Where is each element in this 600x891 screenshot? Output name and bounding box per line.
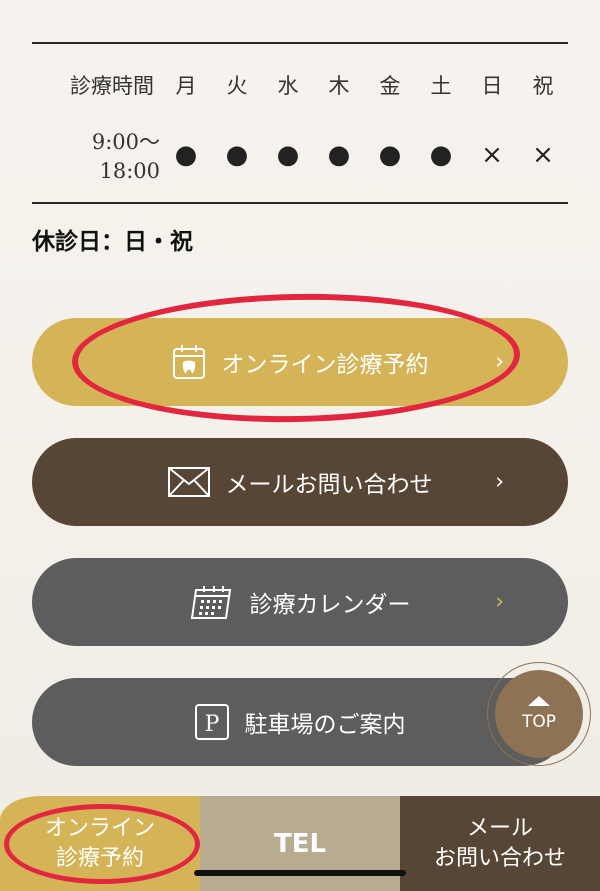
mark-sat: ● bbox=[429, 140, 453, 170]
mark-holiday: × bbox=[532, 140, 554, 170]
mail-inquiry-button[interactable]: メールお問い合わせ › bbox=[32, 438, 568, 526]
mark-fri: ● bbox=[378, 140, 402, 170]
bottom-divider bbox=[32, 202, 568, 204]
parking-icon: P bbox=[194, 704, 229, 740]
hours-header-row: 診療時間 月 火 水 木 金 土 日 祝 bbox=[0, 70, 600, 104]
day-fri: 金 bbox=[379, 74, 401, 98]
day-wed: 水 bbox=[277, 74, 299, 98]
time-start: 9:00〜 bbox=[91, 130, 160, 154]
tab-mail-inquiry[interactable]: メール お問い合わせ bbox=[400, 796, 600, 891]
chevron-right-icon: › bbox=[495, 469, 504, 495]
tab-mail-line1: メール bbox=[466, 815, 533, 841]
time-end: 18:00 bbox=[99, 159, 160, 183]
tab-tel-label: TEL bbox=[273, 828, 327, 859]
day-thu: 木 bbox=[328, 74, 350, 98]
day-sun: 日 bbox=[481, 74, 503, 98]
arrow-up-icon bbox=[528, 696, 550, 706]
envelope-icon bbox=[167, 467, 210, 497]
mark-thu: ● bbox=[327, 140, 351, 170]
svg-text:P: P bbox=[204, 712, 219, 737]
top-label: TOP bbox=[521, 712, 557, 732]
tab-highlight-circle bbox=[4, 804, 200, 884]
calendar-icon bbox=[190, 584, 234, 620]
home-indicator bbox=[194, 870, 406, 876]
mark-wed: ● bbox=[276, 140, 300, 170]
closed-days-text: 休診日：日・祝 bbox=[32, 229, 193, 255]
mail-inquiry-label: メールお問い合わせ bbox=[225, 472, 433, 498]
parking-info-label: 駐車場のご案内 bbox=[244, 712, 406, 738]
tab-mail-line2: お問い合わせ bbox=[433, 845, 566, 871]
time-range: 9:00〜 18:00 bbox=[92, 128, 160, 186]
scroll-to-top-button[interactable]: TOP bbox=[495, 670, 583, 758]
mark-tue: ● bbox=[225, 140, 249, 170]
calendar-label: 診療カレンダー bbox=[249, 592, 411, 618]
day-holiday: 祝 bbox=[532, 74, 554, 98]
mark-mon: ● bbox=[174, 140, 198, 170]
day-sat: 土 bbox=[430, 74, 452, 98]
top-divider bbox=[32, 42, 568, 44]
calendar-button[interactable]: 診療カレンダー › bbox=[32, 558, 568, 646]
day-tue: 火 bbox=[226, 74, 248, 98]
hours-row: 9:00〜 18:00 ● ● ● ● ● ● × × bbox=[0, 128, 600, 188]
hours-label: 診療時間 bbox=[70, 74, 154, 98]
chevron-right-icon: › bbox=[495, 589, 504, 615]
day-mon: 月 bbox=[175, 74, 197, 98]
mark-sun: × bbox=[481, 140, 503, 170]
tab-tel[interactable]: TEL bbox=[200, 796, 400, 891]
